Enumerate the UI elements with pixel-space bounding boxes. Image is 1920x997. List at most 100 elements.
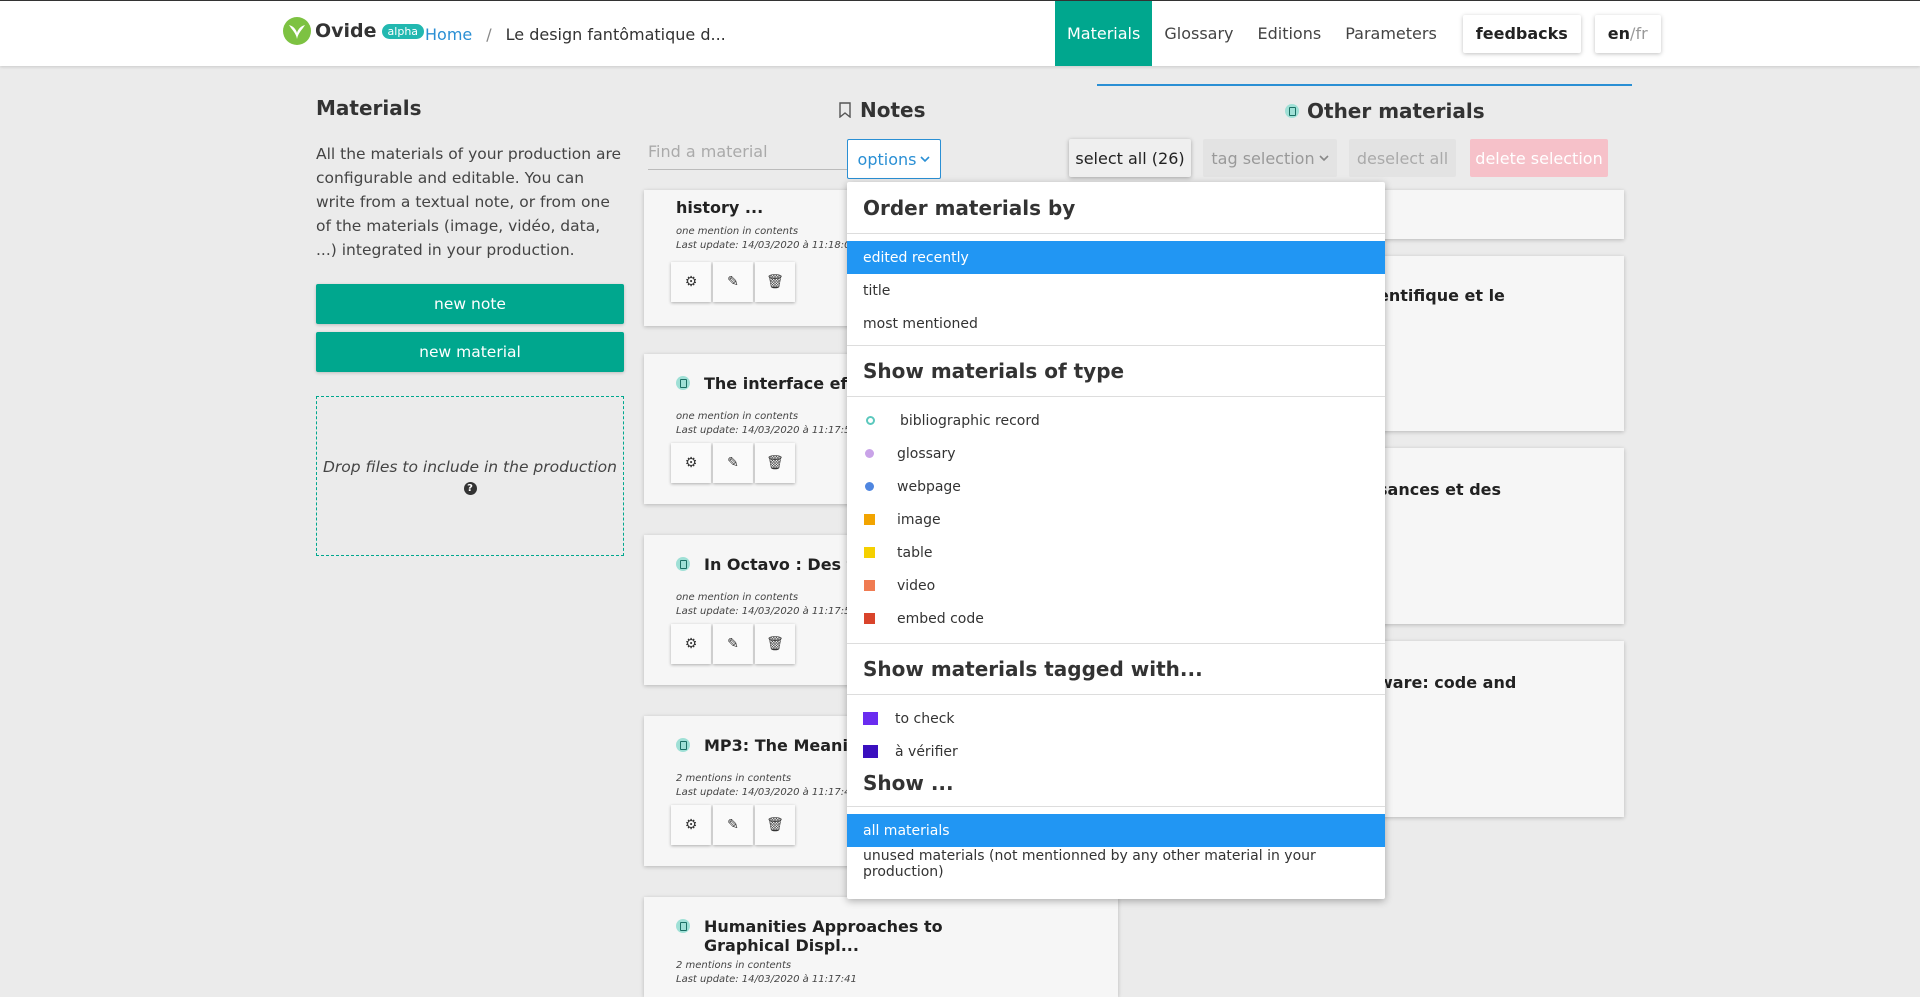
type-label: bibliographic record: [900, 412, 1040, 429]
card-meta: one mention in contents Last update: 14/…: [676, 410, 850, 438]
alpha-badge: alpha: [381, 23, 425, 39]
divider: [847, 806, 1385, 807]
card-title[interactable]: The interface effec: [676, 374, 874, 393]
tag-label: à vérifier: [895, 743, 958, 760]
last-update: Last update: 14/03/2020 à 11:17:5: [676, 606, 851, 617]
card-title[interactable]: ware: code and: [1378, 673, 1516, 692]
material-icon: [676, 738, 690, 752]
delete-button[interactable]: 🗑: [755, 624, 795, 664]
pencil-icon: ✎: [727, 636, 739, 652]
type-header: Show materials of type: [863, 359, 1125, 383]
breadcrumb-current: Le design fantômatique d...: [505, 25, 726, 44]
type-table[interactable]: table: [847, 536, 1385, 569]
search-input[interactable]: Find a material: [648, 140, 848, 170]
logo[interactable]: Ovide alpha: [283, 17, 425, 45]
card-actions: ⚙ ✎ 🗑: [671, 805, 795, 845]
material-icon: [1285, 104, 1299, 118]
left-column: Materials All the materials of your prod…: [316, 96, 624, 556]
tab-notes[interactable]: Notes: [838, 98, 926, 122]
lang-fr[interactable]: fr: [1635, 24, 1647, 43]
language-toggle[interactable]: en / fr: [1594, 14, 1661, 53]
settings-button[interactable]: ⚙: [671, 805, 711, 845]
delete-button[interactable]: 🗑: [755, 262, 795, 302]
edit-button[interactable]: ✎: [713, 624, 753, 664]
type-label: glossary: [897, 445, 956, 462]
help-icon[interactable]: ?: [463, 481, 477, 495]
trash-icon: 🗑: [766, 455, 784, 471]
pencil-icon: ✎: [727, 274, 739, 290]
tag-a-verifier[interactable]: à vérifier: [847, 735, 1385, 768]
divider: [847, 233, 1385, 234]
nav-glossary[interactable]: Glossary: [1152, 1, 1245, 66]
type-image[interactable]: image: [847, 503, 1385, 536]
card-title[interactable]: Humanities Approaches to Graphical Displ…: [676, 917, 1016, 955]
settings-button[interactable]: ⚙: [671, 624, 711, 664]
mention-count: 2 mentions in contents: [676, 773, 792, 784]
tag-label: to check: [895, 710, 955, 727]
list-item[interactable]: Humanities Approaches to Graphical Displ…: [644, 897, 1118, 997]
options-dropdown: Order materials by edited recently title…: [847, 182, 1385, 899]
breadcrumb-separator: /: [486, 25, 492, 44]
show-all-materials[interactable]: all materials: [847, 814, 1385, 847]
new-note-button[interactable]: new note: [316, 284, 624, 324]
bibliographic-record-icon: [866, 416, 875, 425]
card-title-text: history ...: [676, 198, 764, 217]
card-meta: one mention in contents Last update: 14/…: [676, 225, 850, 253]
file-dropzone[interactable]: Drop files to include in the production …: [316, 396, 624, 556]
options-button[interactable]: options: [847, 139, 941, 179]
nav-parameters[interactable]: Parameters: [1333, 1, 1449, 66]
card-title[interactable]: In Octavo : Des for: [676, 555, 872, 574]
tag-to-check[interactable]: to check: [847, 702, 1385, 735]
nav-editions[interactable]: Editions: [1246, 1, 1334, 66]
type-embed-code[interactable]: embed code: [847, 602, 1385, 635]
type-label: embed code: [897, 610, 984, 627]
pencil-icon: ✎: [727, 817, 739, 833]
show-unused-materials[interactable]: unused materials (not mentionned by any …: [847, 847, 1385, 880]
tab-other-materials[interactable]: Other materials: [1097, 84, 1632, 123]
feedbacks-button[interactable]: feedbacks: [1462, 14, 1581, 53]
delete-button[interactable]: 🗑: [755, 443, 795, 483]
new-material-button[interactable]: new material: [316, 332, 624, 372]
card-title-text: MP3: The Meaning: [704, 736, 871, 755]
card-title[interactable]: MP3: The Meaning: [676, 736, 871, 755]
card-title[interactable]: sances et des: [1378, 480, 1501, 499]
type-label: webpage: [897, 478, 961, 495]
card-title-text: Humanities Approaches to Graphical Displ…: [704, 917, 943, 955]
deselect-all-button[interactable]: deselect all: [1349, 139, 1456, 177]
glossary-icon: [865, 449, 874, 458]
trash-icon: 🗑: [766, 636, 784, 652]
order-title[interactable]: title: [847, 274, 1385, 307]
page-title: Materials: [316, 96, 422, 120]
delete-selection-button[interactable]: delete selection: [1470, 139, 1608, 177]
order-most-mentioned[interactable]: most mentioned: [847, 307, 1385, 340]
delete-button[interactable]: 🗑: [755, 805, 795, 845]
type-bibliographic-record[interactable]: bibliographic record: [847, 404, 1385, 437]
type-glossary[interactable]: glossary: [847, 437, 1385, 470]
video-icon: [864, 580, 875, 591]
edit-button[interactable]: ✎: [713, 262, 753, 302]
order-edited-recently[interactable]: edited recently: [847, 241, 1385, 274]
settings-button[interactable]: ⚙: [671, 443, 711, 483]
last-update: Last update: 14/03/2020 à 11:17:4: [676, 787, 851, 798]
chevron-down-icon: [1319, 155, 1329, 162]
type-label: video: [897, 577, 936, 594]
card-meta: 2 mentions in contents Last update: 14/0…: [676, 959, 857, 987]
tag-selection-button[interactable]: tag selection: [1203, 139, 1337, 177]
edit-button[interactable]: ✎: [713, 443, 753, 483]
select-all-button[interactable]: select all (26): [1069, 139, 1191, 177]
edit-button[interactable]: ✎: [713, 805, 753, 845]
type-video[interactable]: video: [847, 569, 1385, 602]
card-title[interactable]: history ...: [676, 198, 763, 217]
tag-header: Show materials tagged with...: [863, 657, 1203, 681]
nav-materials[interactable]: Materials: [1055, 1, 1153, 66]
type-label: image: [897, 511, 941, 528]
settings-button[interactable]: ⚙: [671, 262, 711, 302]
type-webpage[interactable]: webpage: [847, 470, 1385, 503]
top-bar: Ovide alpha Home / Le design fantômatiqu…: [0, 0, 1920, 66]
order-header: Order materials by: [863, 195, 1076, 220]
breadcrumb-home-link[interactable]: Home: [425, 25, 472, 44]
divider: [847, 694, 1385, 695]
divider: [847, 396, 1385, 397]
card-title[interactable]: entifique et le: [1378, 286, 1505, 305]
lang-en[interactable]: en: [1608, 24, 1630, 43]
